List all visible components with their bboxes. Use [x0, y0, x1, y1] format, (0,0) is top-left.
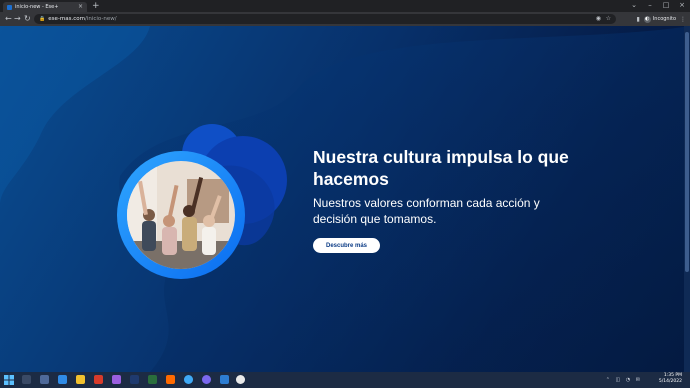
lock-icon[interactable]: 🔒	[39, 16, 45, 22]
search-taskbar-icon[interactable]	[22, 375, 31, 384]
task-view-icon[interactable]	[40, 375, 49, 384]
reload-button[interactable]: ↻	[24, 13, 31, 25]
file-explorer-icon[interactable]	[76, 375, 85, 384]
back-button[interactable]: ←	[5, 13, 12, 25]
tab-search-icon[interactable]: ⌄	[626, 0, 642, 12]
profile-label: Incognito	[652, 16, 676, 22]
windows-taskbar: ⌃ ◫ ◔ ✉ 1:35 PM 5/14/2022	[0, 372, 690, 388]
word-app-icon[interactable]	[58, 375, 67, 384]
window-controls: ⌄ – □ ×	[626, 0, 690, 12]
scrollbar-thumb[interactable]	[685, 32, 689, 272]
system-tray-icons[interactable]: ⌃ ◫ ◔ ✉	[606, 377, 642, 383]
tab-title: inicio-new - Ese+	[15, 4, 59, 10]
hero-section: Nuestra cultura impulsa lo que hacemos N…	[0, 26, 690, 372]
browser-tab[interactable]: inicio-new - Ese+ ×	[3, 2, 87, 12]
toolbar-right: ▮ ◐ Incognito ⋮	[636, 14, 686, 24]
page-scrollbar[interactable]	[684, 26, 690, 372]
browser-menu-icon[interactable]: ⋮	[680, 16, 686, 23]
browser-toolbar: ← → ↻ 🔒 ese-mas.com/inicio-new/ ◉ ☆ ▮ ◐ …	[0, 12, 690, 26]
extension-icon[interactable]: ▮	[636, 16, 639, 23]
hero-headline: Nuestra cultura impulsa lo que hacemos	[313, 147, 569, 189]
chrome-icon[interactable]	[236, 375, 245, 384]
illustrator-icon[interactable]	[166, 375, 175, 384]
discover-more-button[interactable]: Descubre más	[313, 238, 380, 253]
messenger-icon[interactable]	[202, 375, 211, 384]
clock[interactable]: 1:35 PM 5/14/2022	[659, 373, 682, 385]
acrobat-icon[interactable]	[94, 375, 103, 384]
clock-date: 5/14/2022	[658, 379, 682, 384]
close-window-button[interactable]: ×	[674, 0, 690, 12]
browser-tab-strip: inicio-new - Ese+ × + ⌄ – □ ×	[0, 0, 690, 12]
bookmark-star-icon[interactable]: ☆	[606, 15, 611, 22]
team-photo	[127, 161, 235, 269]
tracking-eye-icon[interactable]: ◉	[596, 15, 601, 22]
tab-close-icon[interactable]: ×	[78, 4, 83, 10]
minimize-button[interactable]: –	[642, 0, 658, 12]
store-icon[interactable]	[220, 375, 229, 384]
site-favicon-icon	[7, 4, 12, 10]
edge-icon[interactable]	[184, 375, 193, 384]
onenote-icon[interactable]	[112, 375, 121, 384]
url-path: /inicio-new/	[84, 16, 117, 22]
maximize-button[interactable]: □	[658, 0, 674, 12]
new-tab-button[interactable]: +	[92, 1, 100, 11]
incognito-icon: ◐	[643, 15, 651, 23]
forward-button[interactable]: →	[14, 13, 21, 25]
address-bar[interactable]: 🔒 ese-mas.com/inicio-new/ ◉ ☆	[34, 14, 616, 24]
hero-subtext: Nuestros valores conforman cada acción y…	[313, 196, 540, 226]
windows-start-icon[interactable]	[4, 375, 14, 385]
url-domain: ese-mas.com	[48, 16, 85, 22]
dreamweaver-icon[interactable]	[148, 375, 157, 384]
photoshop-icon[interactable]	[130, 375, 139, 384]
incognito-profile-button[interactable]: ◐ Incognito	[643, 15, 676, 23]
